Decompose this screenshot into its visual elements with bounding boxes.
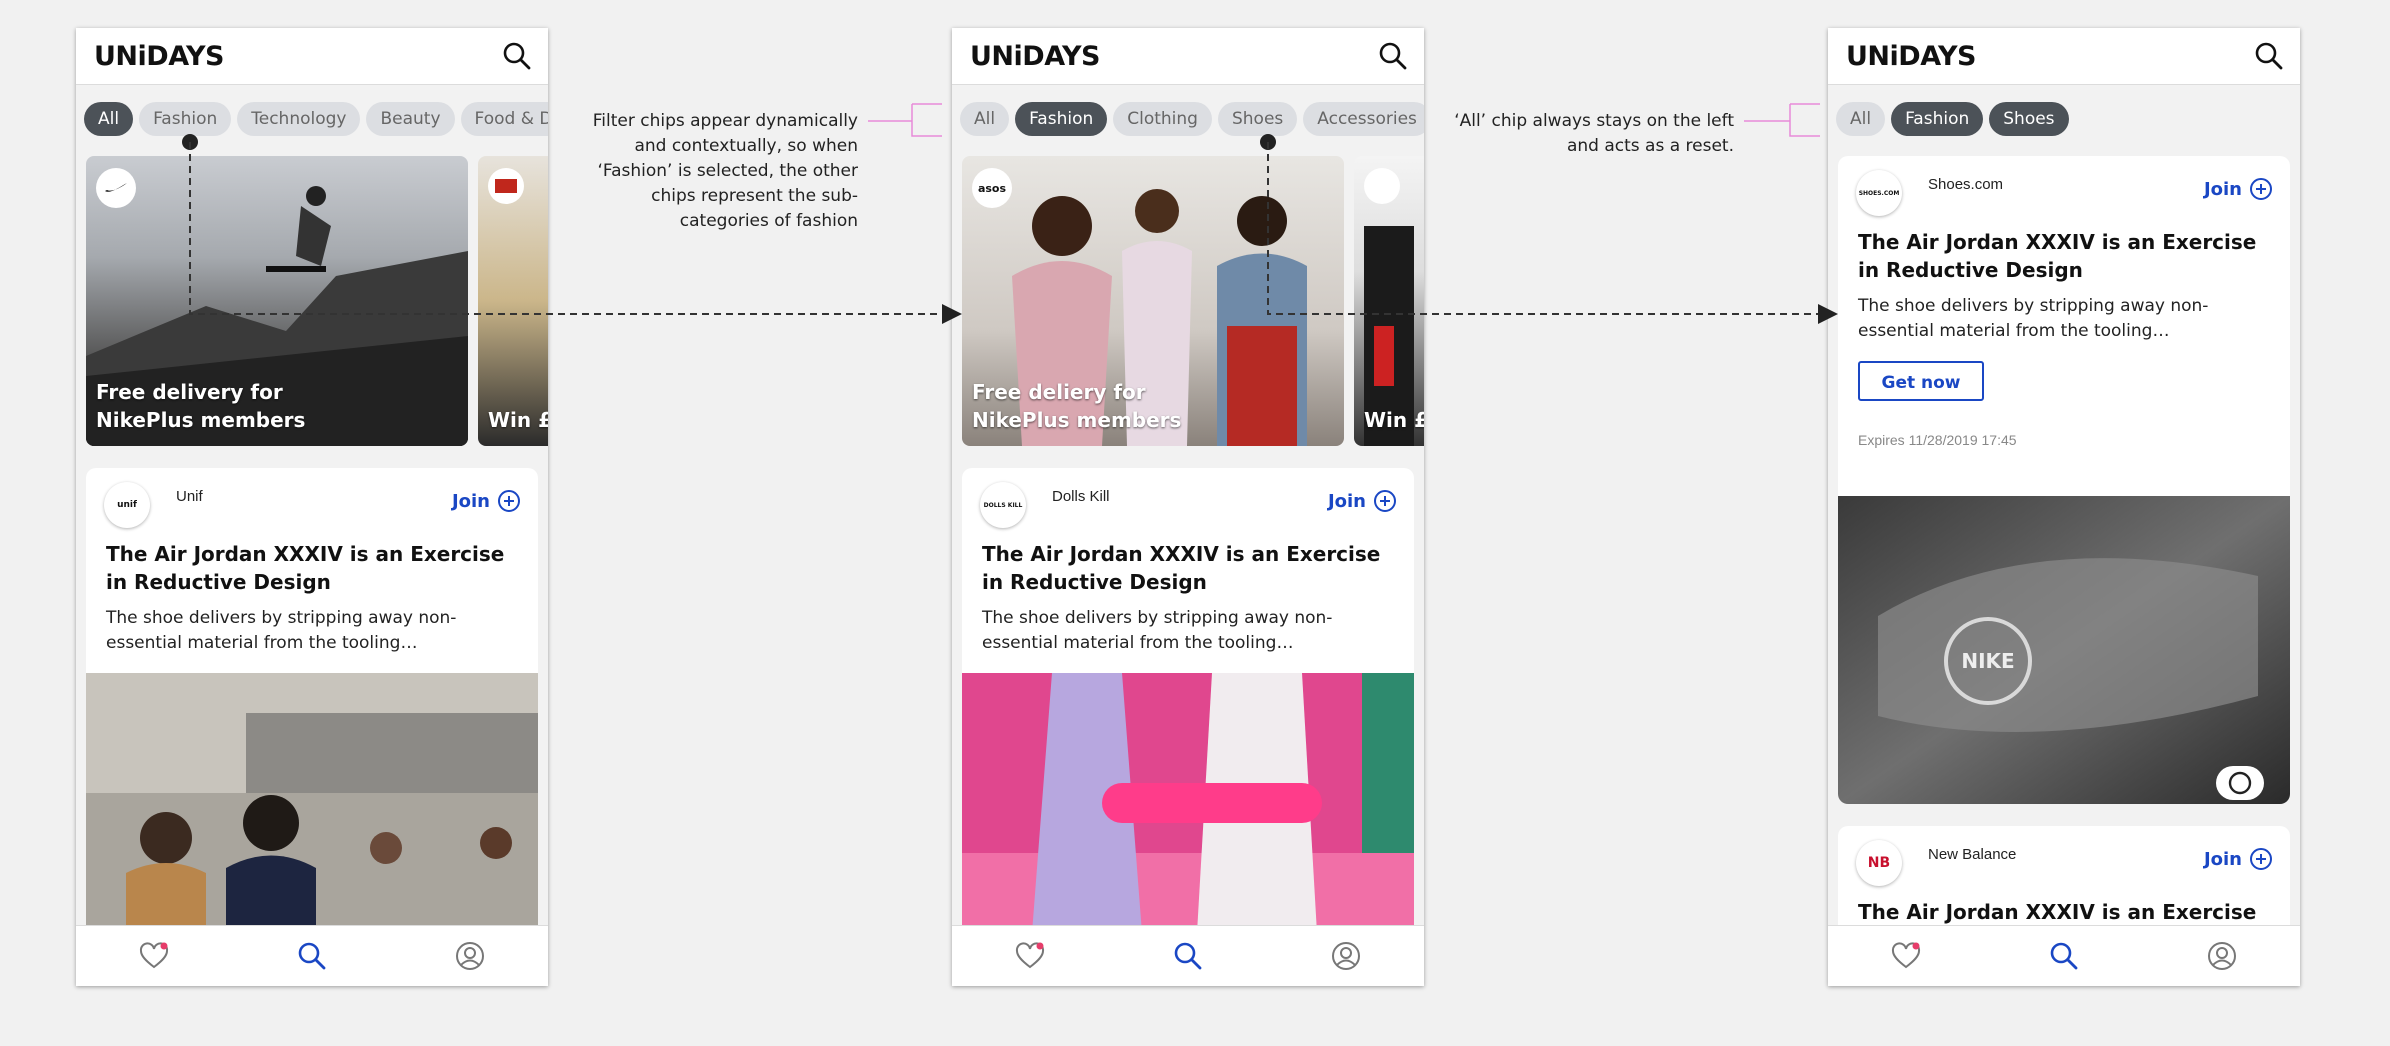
chip-technology[interactable]: Technology xyxy=(237,102,361,136)
bottom-nav xyxy=(1828,925,2300,986)
unidays-logo: UNiDAYS xyxy=(94,41,225,72)
hero-title-2: Win £ xyxy=(488,408,548,432)
heart-icon[interactable] xyxy=(138,940,170,972)
app-header: UNiDAYS xyxy=(76,28,548,85)
asos-logo: asos xyxy=(972,168,1012,208)
nike-swoosh-icon xyxy=(105,183,127,192)
chip-fashion[interactable]: Fashion xyxy=(1891,102,1984,136)
chip-fashion[interactable]: Fashion xyxy=(1015,102,1108,136)
new-balance-logo: NB xyxy=(1856,840,1902,886)
brand-name: Dolls Kill xyxy=(1052,488,1110,505)
unidays-logo: UNiDAYS xyxy=(970,41,1101,72)
hero-title: Free deliery for NikePlus members xyxy=(972,380,1182,432)
hero-card[interactable]: Free delivery for NikePlus members xyxy=(86,156,468,446)
filter-chips: All Fashion Clothing Shoes Accessories xyxy=(952,102,1424,138)
offer-card[interactable]: unif Unif Join The Air Jordan XXXIV is a… xyxy=(86,468,538,948)
brand-name: Unif xyxy=(176,488,203,505)
bottom-nav xyxy=(952,925,1424,986)
hero-title: Free delivery for NikePlus members xyxy=(96,380,306,432)
offer-card[interactable]: DOLLS KILL Dolls Kill Join The Air Jorda… xyxy=(962,468,1414,948)
annotation-bracket-2 xyxy=(1744,103,1820,137)
brand-logo xyxy=(488,168,524,204)
annotation-bracket-1 xyxy=(868,103,942,137)
join-label: Join xyxy=(2203,848,2242,870)
profile-icon[interactable] xyxy=(2206,940,2238,972)
hero-card-2[interactable]: Win £ xyxy=(1354,156,1424,446)
heart-icon[interactable] xyxy=(1014,940,1046,972)
search-icon[interactable] xyxy=(296,940,328,972)
annotation-all-chip: ‘All’ chip always stays on the left and … xyxy=(1454,111,1734,156)
chip-food[interactable]: Food & D xyxy=(460,102,548,136)
search-icon[interactable] xyxy=(2254,41,2284,71)
shoe-photo: NIKE xyxy=(1838,496,2290,804)
bottom-nav xyxy=(76,925,548,986)
chip-shoes[interactable]: Shoes xyxy=(1989,102,2069,136)
card-description: The shoe delivers by stripping away non-… xyxy=(982,608,1333,653)
expiry-date: Expires 11/28/2019 17:45 xyxy=(1858,432,2017,448)
chip-shoes[interactable]: Shoes xyxy=(1217,102,1298,136)
brand-name: Shoes.com xyxy=(1928,176,2004,193)
plus-circle-icon xyxy=(498,490,520,512)
svg-text:NIKE: NIKE xyxy=(1961,649,2014,673)
offer-card[interactable]: SHOES.COM Shoes.com Join The Air Jordan … xyxy=(1838,156,2290,804)
card-title: The Air Jordan XXXIV is an Exercise in R… xyxy=(1858,230,2257,282)
search-icon[interactable] xyxy=(1172,940,1204,972)
heart-icon[interactable] xyxy=(1890,940,1922,972)
profile-icon[interactable] xyxy=(1330,940,1362,972)
search-icon[interactable] xyxy=(2048,940,2080,972)
nike-logo xyxy=(96,168,136,208)
chip-clothing[interactable]: Clothing xyxy=(1113,102,1212,136)
join-button[interactable]: Join xyxy=(2204,848,2272,870)
card-title: The Air Jordan XXXIV is an Exercise in R… xyxy=(982,542,1381,594)
hero-card-2[interactable]: Win £ xyxy=(478,156,548,446)
join-button[interactable]: Join xyxy=(1328,490,1396,512)
dolls-kill-logo: DOLLS KILL xyxy=(980,482,1026,528)
card-photo xyxy=(86,673,538,933)
hero-card[interactable]: asos Free deliery for NikePlus members xyxy=(962,156,1344,446)
filter-chips: All Fashion Shoes xyxy=(1828,102,2300,138)
search-icon[interactable] xyxy=(1378,41,1408,71)
join-button[interactable]: Join xyxy=(452,490,520,512)
filter-chips: All Fashion Technology Beauty Food & D xyxy=(76,102,548,138)
plus-circle-icon xyxy=(2250,178,2272,200)
app-header: UNiDAYS xyxy=(952,28,1424,85)
shoes-com-logo: SHOES.COM xyxy=(1856,170,1902,216)
unif-logo: unif xyxy=(104,482,150,528)
profile-icon[interactable] xyxy=(454,940,486,972)
card-description: The shoe delivers by stripping away non-… xyxy=(1858,296,2209,341)
join-label: Join xyxy=(2203,178,2242,200)
phone-screen-all: UNiDAYS All Fashion Technology Beauty Food &… xyxy=(76,28,548,986)
phone-screen-fashion: UNiDAYS All Fashion Clothing Shoes Accessori… xyxy=(952,28,1424,986)
chip-beauty[interactable]: Beauty xyxy=(366,102,455,136)
card-description: The shoe delivers by stripping away non-… xyxy=(106,608,457,653)
brand-name: New Balance xyxy=(1928,846,2017,863)
plus-circle-icon xyxy=(1374,490,1396,512)
brand-logo xyxy=(1364,168,1400,204)
plus-circle-icon xyxy=(2250,848,2272,870)
chip-accessories[interactable]: Accessories xyxy=(1303,102,1424,136)
chip-all[interactable]: All xyxy=(960,102,1010,136)
get-now-button[interactable]: Get now xyxy=(1858,361,1984,401)
chip-all[interactable]: All xyxy=(84,102,134,136)
phone-screen-shoes: UNiDAYS All Fashion Shoes SHOES.COM Shoes.… xyxy=(1828,28,2300,986)
chip-all[interactable]: All xyxy=(1836,102,1886,136)
annotation-dynamic-chips: Filter chips appear dynamically and cont… xyxy=(592,111,858,231)
card-title: The Air Jordan XXXIV is an Exercise in R… xyxy=(106,542,505,594)
search-icon[interactable] xyxy=(502,41,532,71)
hero-title-2: Win £ xyxy=(1364,408,1424,432)
join-button[interactable]: Join xyxy=(2204,178,2272,200)
unidays-logo: UNiDAYS xyxy=(1846,41,1977,72)
join-label: Join xyxy=(1327,490,1366,512)
chip-fashion[interactable]: Fashion xyxy=(139,102,232,136)
join-label: Join xyxy=(451,490,490,512)
app-header: UNiDAYS xyxy=(1828,28,2300,85)
card-photo xyxy=(962,673,1414,933)
